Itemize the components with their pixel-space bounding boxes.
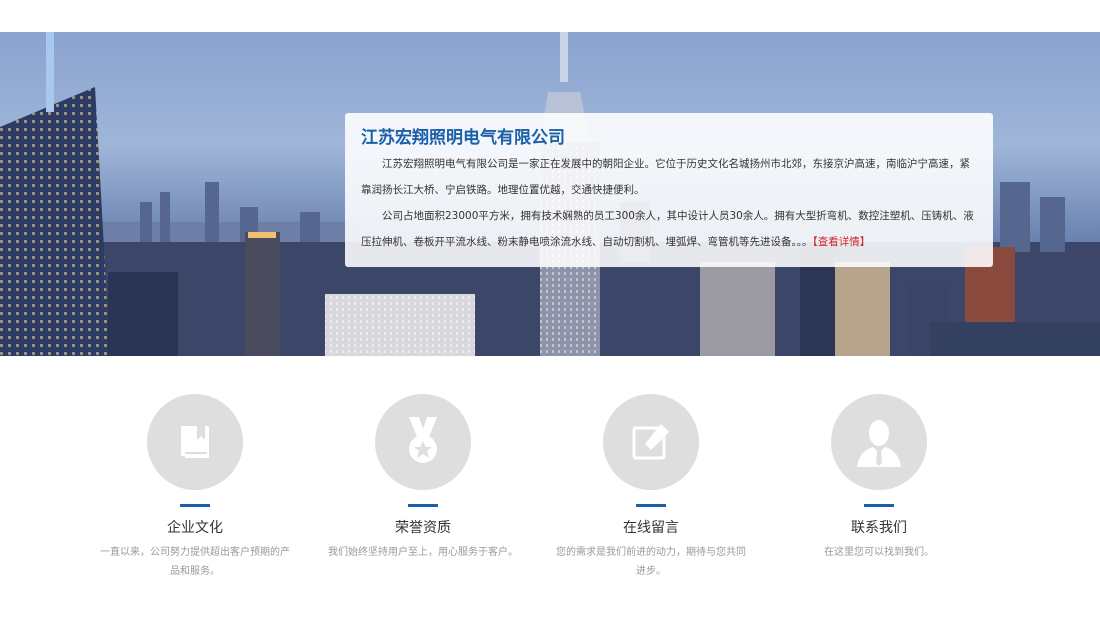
intro-paragraph-1: 江苏宏翔照明电气有限公司是一家正在发展中的朝阳企业。它位于历史文化名城扬州市北郊… bbox=[361, 158, 970, 196]
hero-banner: 江苏宏翔照明电气有限公司 江苏宏翔照明电气有限公司是一家正在发展中的朝阳企业。它… bbox=[0, 32, 1100, 356]
feature-title[interactable]: 企业文化 bbox=[100, 519, 290, 537]
divider-bar bbox=[180, 504, 210, 507]
page: 江苏宏翔照明电气有限公司 江苏宏翔照明电气有限公司是一家正在发展中的朝阳企业。它… bbox=[0, 0, 1100, 618]
company-intro-card: 江苏宏翔照明电气有限公司 江苏宏翔照明电气有限公司是一家正在发展中的朝阳企业。它… bbox=[345, 113, 993, 267]
feature-honors[interactable]: 荣誉资质 我们始终坚持用户至上，用心服务于客户。 bbox=[328, 394, 518, 562]
divider-bar bbox=[636, 504, 666, 507]
edit-icon[interactable] bbox=[603, 394, 699, 490]
feature-desc: 我们始终坚持用户至上，用心服务于客户。 bbox=[328, 547, 518, 558]
feature-contact[interactable]: 联系我们 在这里您可以找到我们。 bbox=[784, 394, 974, 562]
feature-row: 企业文化 一直以来，公司努力提供超出客户预期的产品和服务。 荣誉资质 我们始终坚… bbox=[0, 394, 1100, 594]
book-icon[interactable] bbox=[147, 394, 243, 490]
intro-paragraph-2: 公司占地面积23000平方米，拥有技术娴熟的员工300余人，其中设计人员30余人… bbox=[361, 203, 977, 255]
feature-culture[interactable]: 企业文化 一直以来，公司努力提供超出客户预期的产品和服务。 bbox=[100, 394, 290, 581]
feature-desc: 您的需求是我们前进的动力，期待与您共同进步。 bbox=[556, 547, 746, 577]
feature-desc: 在这里您可以找到我们。 bbox=[824, 547, 934, 558]
feature-title[interactable]: 荣誉资质 bbox=[328, 519, 518, 537]
company-title: 江苏宏翔照明电气有限公司 bbox=[361, 128, 565, 148]
user-icon[interactable] bbox=[831, 394, 927, 490]
feature-message[interactable]: 在线留言 您的需求是我们前进的动力，期待与您共同进步。 bbox=[556, 394, 746, 581]
feature-desc: 一直以来，公司努力提供超出客户预期的产品和服务。 bbox=[100, 547, 290, 577]
feature-title[interactable]: 联系我们 bbox=[784, 519, 974, 537]
view-details-link[interactable]: 【查看详情】 bbox=[813, 236, 871, 248]
feature-title[interactable]: 在线留言 bbox=[556, 519, 746, 537]
divider-bar bbox=[864, 504, 894, 507]
divider-bar bbox=[408, 504, 438, 507]
intro-paragraph-2-text: 公司占地面积23000平方米，拥有技术娴熟的员工300余人，其中设计人员30余人… bbox=[361, 210, 974, 248]
medal-icon[interactable] bbox=[375, 394, 471, 490]
